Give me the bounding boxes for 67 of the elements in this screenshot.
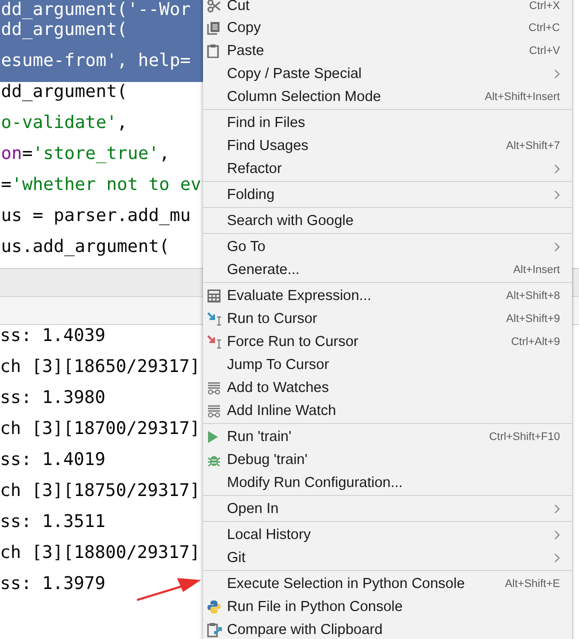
console-line: ch [3][18650/29317]	[0, 357, 200, 379]
menu-item[interactable]: Jump To Cursor	[203, 353, 572, 376]
menu-item[interactable]: Run File in Python Console	[203, 595, 572, 618]
glasses-icon	[207, 380, 221, 394]
menu-item[interactable]: Add to Watches	[203, 376, 572, 399]
code-line: dd_argument(	[1, 82, 128, 102]
console-line: ss: 1.3980	[0, 388, 106, 410]
code-line: us = parser.add_mu	[1, 206, 191, 226]
code-line: us.add_argument(	[1, 237, 170, 257]
menu-item[interactable]: Copy / Paste Special	[203, 62, 572, 85]
menu-item[interactable]: Find in Files	[203, 111, 572, 134]
menu-item[interactable]: Run 'train' Ctrl+Shift+F10	[203, 425, 572, 448]
menu-item[interactable]: Find Usages Alt+Shift+7	[203, 134, 572, 157]
code-line: dd_argument(	[1, 20, 128, 40]
menu-item[interactable]: Execute Selection in Python Console Alt+Shift+E	[203, 572, 572, 595]
cursor-arrow-icon	[207, 312, 223, 326]
shortcut-label: Alt+Shift+E	[504, 578, 560, 590]
code-line: ='whether not to ev	[1, 175, 202, 195]
console-line: ss: 1.3511	[0, 512, 106, 534]
menu-item[interactable]: Search with Google	[203, 209, 572, 232]
shortcut-label: Alt+Insert	[513, 264, 560, 276]
menu-item[interactable]: Run to Cursor Alt+Shift+9	[203, 307, 572, 330]
shortcut-label: Ctrl+C	[528, 22, 560, 34]
console-line: ch [3][18800/29317]	[0, 543, 200, 565]
menu-item[interactable]: Local History	[203, 523, 572, 546]
menu-item[interactable]: Git	[203, 546, 572, 569]
shortcut-label: Alt+Shift+8	[506, 290, 560, 302]
console-line: ch [3][18700/29317]	[0, 419, 200, 441]
code-line: esume-from', help=	[1, 51, 191, 71]
menu-item[interactable]: Open In	[203, 497, 572, 520]
play-icon	[207, 430, 219, 444]
menu-item[interactable]: Cut Ctrl+X	[203, 0, 572, 16]
menu-item[interactable]: Force Run to Cursor Ctrl+Alt+9	[203, 330, 572, 353]
console-line: ss: 1.3979	[0, 574, 106, 596]
calculator-icon	[207, 288, 221, 302]
code-line: on='store_true',	[1, 144, 170, 164]
console-line: ss: 1.4039	[0, 326, 106, 348]
shortcut-label: Alt+Shift+7	[506, 140, 560, 152]
python-icon	[207, 600, 221, 614]
shortcut-label: Ctrl+Alt+9	[511, 336, 560, 348]
menu-item[interactable]: Compare with Clipboard	[203, 618, 572, 639]
menu-item[interactable]: Modify Run Configuration...	[203, 471, 572, 494]
code-line: dd_argument('--Wor	[1, 0, 191, 20]
menu-item[interactable]: Paste Ctrl+V	[203, 39, 572, 62]
code-line: o-validate',	[1, 113, 128, 133]
compare-icon	[207, 622, 223, 638]
cursor-arrow-icon	[207, 334, 223, 348]
glasses-icon	[207, 404, 221, 418]
clipboard-icon	[207, 44, 219, 58]
console-line: ch [3][18750/29317]	[0, 481, 200, 503]
shortcut-label: Ctrl+X	[529, 0, 560, 12]
menu-item[interactable]: Evaluate Expression... Alt+Shift+8	[203, 284, 572, 307]
menu-item[interactable]: Add Inline Watch	[203, 399, 572, 422]
shortcut-label: Alt+Shift+Insert	[484, 90, 560, 102]
menu-item[interactable]: Generate... Alt+Insert	[203, 258, 572, 281]
shortcut-label: Ctrl+Shift+F10	[489, 430, 560, 442]
menu-item[interactable]: Column Selection Mode Alt+Shift+Insert	[203, 85, 572, 108]
menu-item[interactable]: Debug 'train'	[203, 448, 572, 471]
shortcut-label: Alt+Shift+9	[506, 312, 560, 324]
menu-item[interactable]: Go To	[203, 235, 572, 258]
scissors-icon	[207, 0, 221, 13]
menu-item[interactable]: Folding	[203, 183, 572, 206]
menu-item[interactable]: Copy Ctrl+C	[203, 16, 572, 39]
copy-icon	[207, 20, 221, 34]
shortcut-label: Ctrl+V	[529, 44, 560, 56]
console-line: ss: 1.4019	[0, 450, 106, 472]
menu-item[interactable]: Refactor	[203, 157, 572, 180]
